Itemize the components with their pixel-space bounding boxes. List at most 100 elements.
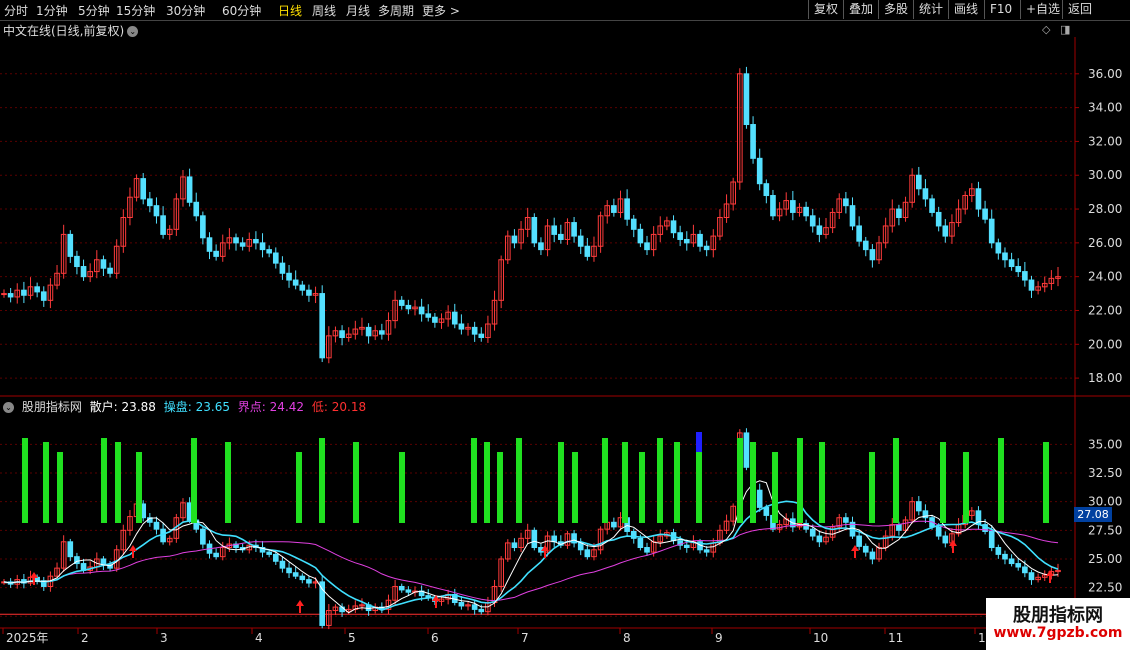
ind-candle-body <box>683 544 690 549</box>
candle-body <box>763 183 770 197</box>
operator-label: 操盘: 23.65 <box>164 400 230 414</box>
candle-body <box>862 240 869 251</box>
indicator-tick-label: 25.00 <box>1088 552 1122 566</box>
watermark-title: 股朋指标网 <box>1013 605 1103 626</box>
candle-body <box>233 237 239 244</box>
candle-body <box>995 242 1002 254</box>
candle-body <box>160 215 166 235</box>
boundary-value: 24.42 <box>269 400 305 414</box>
candle-body <box>34 286 40 293</box>
signal-bar <box>750 442 756 523</box>
ind-candle-body <box>856 535 862 547</box>
low-label: 低: 20.18 <box>312 400 366 414</box>
signal-bar <box>516 438 522 523</box>
signal-bar <box>940 442 946 523</box>
candle-body <box>743 73 750 126</box>
retail-label: 散户: 23.88 <box>90 400 156 414</box>
signal-bar <box>296 452 302 523</box>
ind-candle-body <box>644 547 650 553</box>
buy-arrow-icon <box>129 545 137 558</box>
candle-body <box>1008 259 1015 268</box>
signal-bar <box>772 452 778 523</box>
signal-bar <box>998 438 1004 523</box>
price-tick-label: 26.00 <box>1088 236 1122 250</box>
ind-candle-body <box>995 547 1002 555</box>
candle-body <box>451 311 458 325</box>
ind-candle-body <box>703 549 710 553</box>
time-tick-label: 6 <box>431 631 439 645</box>
candle-body <box>40 291 47 301</box>
indicator-tick-label: 35.00 <box>1088 437 1122 451</box>
signal-bar <box>696 452 702 523</box>
candle-body <box>206 237 213 252</box>
watermark: 股朋指标网 www.7gpzb.com <box>986 598 1130 650</box>
candle-body <box>259 242 266 251</box>
candle-body <box>988 218 995 244</box>
candle-body <box>670 220 677 234</box>
ind-candle-body <box>471 604 478 610</box>
signal-bar <box>22 438 28 523</box>
ind-candle-body <box>405 589 412 593</box>
signal-bar <box>101 438 107 523</box>
signal-bar <box>572 452 578 523</box>
time-tick-label: 2 <box>81 631 89 645</box>
price-tick-label: 34.00 <box>1088 101 1122 115</box>
ind-candle-body <box>763 506 770 516</box>
buy-arrow-icon <box>851 545 859 558</box>
spike-marker <box>696 432 702 452</box>
candle-body <box>471 326 478 335</box>
ind-candle-body <box>896 524 902 531</box>
candle-body <box>299 284 306 291</box>
indicator-tick-label: 32.50 <box>1088 466 1122 480</box>
signal-bar <box>558 442 564 523</box>
candle-body <box>750 124 756 159</box>
candle-body <box>935 211 942 227</box>
candle-body <box>67 233 74 257</box>
candle-body <box>922 188 929 200</box>
ind-candle-body <box>67 541 74 558</box>
ind-candle-body <box>584 549 591 558</box>
signal-bar <box>797 438 803 523</box>
indicator-tick-label: 27.50 <box>1088 523 1122 537</box>
candle-body <box>193 201 200 217</box>
candle-body <box>677 232 683 240</box>
candle-body <box>849 205 856 227</box>
time-tick-label: 3 <box>160 631 168 645</box>
time-tick-label: 11 <box>888 631 903 645</box>
candle-body <box>7 293 14 298</box>
candle-body <box>286 272 292 281</box>
candle-body <box>756 157 763 185</box>
signal-bar <box>622 442 628 523</box>
time-tick-label: 2025年 <box>6 631 49 645</box>
candle-body <box>644 242 650 251</box>
ind-candle-body <box>809 528 816 537</box>
chart-canvas[interactable]: 36.00 34.00 32.00 30.00 28.00 26.00 24.00 22.00… <box>0 0 1130 650</box>
candle-body <box>1022 271 1028 281</box>
price-tick-label: 32.00 <box>1088 134 1122 148</box>
candle-body <box>803 206 809 217</box>
ind-candle-body <box>942 535 949 544</box>
operator-line <box>3 500 1059 612</box>
candle-body <box>292 279 299 286</box>
ind-candle-body <box>266 551 272 555</box>
price-tick-label: 24.00 <box>1088 270 1122 284</box>
chevron-down-icon[interactable]: ⌄ <box>3 402 14 413</box>
ind-candle-body <box>279 560 286 569</box>
signal-bar <box>674 442 680 523</box>
candle-body <box>975 188 982 210</box>
candle-body <box>816 225 823 235</box>
candle-body <box>21 289 27 296</box>
candle-body <box>379 330 385 335</box>
signal-bar <box>819 442 825 523</box>
signal-bar <box>115 442 121 523</box>
time-tick-label: 7 <box>521 631 529 645</box>
indicator-tick-label: 22.50 <box>1088 581 1122 595</box>
candle-body <box>186 176 193 203</box>
ind-candle-body <box>1008 558 1015 565</box>
low-value: 20.18 <box>331 400 367 414</box>
ind-candle-body <box>611 521 617 528</box>
candle-body <box>697 233 703 247</box>
candle-body <box>319 293 326 359</box>
ind-candle-body <box>637 537 644 549</box>
signal-bar <box>399 452 405 523</box>
